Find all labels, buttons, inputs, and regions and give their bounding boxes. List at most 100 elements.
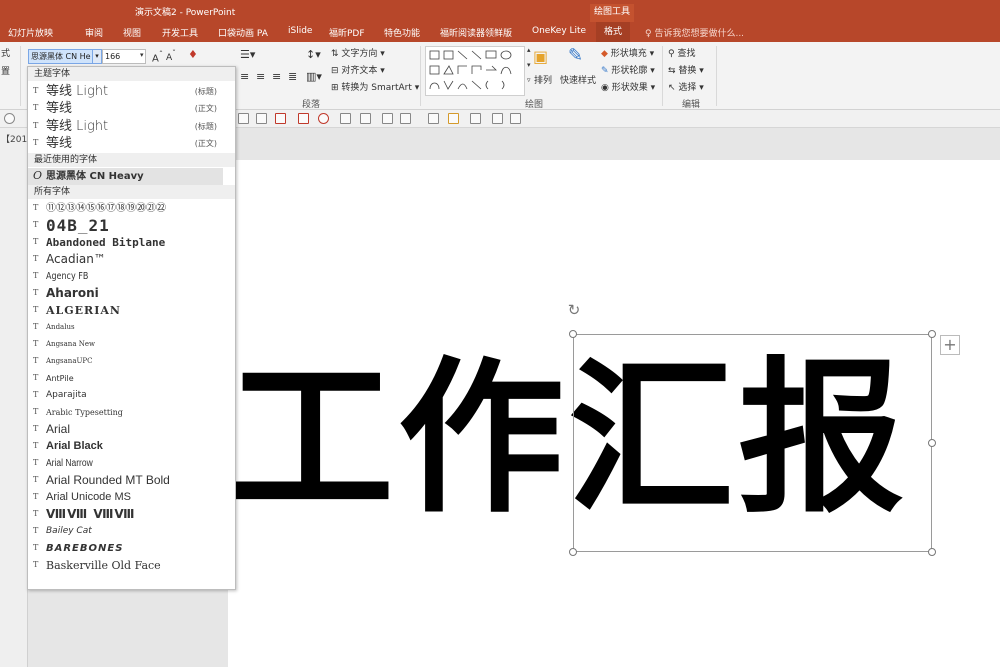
all-fonts-header: 所有字体 — [28, 185, 235, 199]
format-tool-icon-4[interactable] — [298, 113, 309, 124]
align-center-icon[interactable]: ≡ — [256, 70, 265, 83]
tab-review[interactable]: 审阅 — [85, 26, 103, 39]
resize-handle[interactable] — [569, 548, 577, 556]
font-name-dropdown-button[interactable]: ▾ — [92, 49, 102, 64]
gallery-scroll-up-icon[interactable]: ▴ — [527, 46, 531, 54]
tab-pocket-animation[interactable]: 口袋动画 PA — [218, 26, 268, 39]
font-option[interactable]: T Arial Unicode MS — [28, 489, 223, 506]
resize-handle[interactable] — [928, 548, 936, 556]
format-tool-icon-11[interactable] — [448, 113, 459, 124]
tab-format[interactable]: 格式 — [596, 22, 631, 42]
font-option[interactable]: T Bailey Cat — [28, 523, 223, 540]
cut-label-2[interactable]: 置 — [1, 64, 10, 77]
truetype-icon: T — [33, 526, 39, 535]
format-tool-icon-1[interactable] — [238, 113, 249, 124]
font-option[interactable]: T Acadian™ — [28, 251, 223, 268]
editing-group-label: 编辑 — [682, 100, 701, 110]
quick-styles-label[interactable]: 快速样式 — [560, 73, 596, 86]
format-tool-icon-13[interactable] — [492, 113, 503, 124]
resize-handle[interactable] — [928, 439, 936, 447]
align-text-button[interactable]: ⊟ 对齐文本 ▾ — [331, 63, 385, 76]
tab-special[interactable]: 特色功能 — [384, 26, 420, 39]
grow-font-icon[interactable]: Aˆ — [152, 49, 163, 64]
tab-islide[interactable]: iSlide — [288, 26, 312, 36]
shape-effects-button[interactable]: ◉ 形状效果 ▾ — [601, 80, 655, 93]
tell-me-search[interactable]: ♀ 告诉我您想要做什么... — [645, 26, 744, 39]
font-option[interactable]: T Baskerville Old Face — [28, 557, 223, 574]
font-option[interactable]: T Arial — [28, 421, 223, 438]
cut-label-1[interactable]: 式 — [1, 46, 10, 59]
font-option[interactable]: T 等线 (正文) — [28, 100, 223, 117]
format-tool-icon-8[interactable] — [382, 113, 393, 124]
font-option[interactable]: T 等线 Light (标题) — [28, 83, 223, 100]
font-option[interactable]: T Aharoni — [28, 285, 223, 302]
chevron-down-icon[interactable]: ▾ — [140, 51, 144, 59]
font-dropdown-list: 主题字体 T 等线 Light (标题) T 等线 (正文) T 等线 Light (标题)… — [27, 66, 236, 590]
tab-onekey-lite[interactable]: OneKey Lite — [532, 26, 586, 36]
columns-icon[interactable]: ▥▾ — [306, 70, 322, 83]
tab-developer[interactable]: 开发工具 — [162, 26, 198, 39]
bullets-icon[interactable]: ☰▾ — [240, 48, 255, 61]
slide-thumbnail-pane[interactable]: 【2018 — [0, 128, 33, 667]
font-option-selected[interactable]: O 思源黑体 CN Heavy — [28, 168, 223, 185]
resize-handle[interactable] — [569, 330, 577, 338]
font-option[interactable]: T BAREBONES — [28, 540, 223, 557]
align-right-icon[interactable]: ≡ — [272, 70, 281, 83]
font-option[interactable]: T Agency FB — [28, 268, 223, 285]
font-option[interactable]: T Andalus — [28, 319, 223, 336]
arrange-label[interactable]: 排列 — [534, 73, 552, 86]
font-option[interactable]: T 等线 Light (标题) — [28, 118, 223, 135]
align-left-icon[interactable]: ≡ — [240, 70, 249, 83]
text-direction-button[interactable]: ⇅ 文字方向 ▾ — [331, 46, 385, 59]
convert-smartart-button[interactable]: ⊞ 转换为 SmartArt ▾ — [331, 80, 419, 93]
line-spacing-icon[interactable]: ↕▾ — [306, 48, 321, 61]
font-option[interactable]: T ⅧⅧ ⅧⅧ — [28, 506, 223, 523]
format-tool-icon-6[interactable] — [340, 113, 351, 124]
format-tool-icon-3[interactable] — [275, 113, 286, 124]
selection-box[interactable] — [573, 334, 932, 552]
font-option[interactable]: T Angsana New — [28, 336, 223, 353]
font-option[interactable]: T 04B_21 — [28, 217, 223, 234]
resize-handle[interactable] — [928, 330, 936, 338]
format-tool-icon-7[interactable] — [360, 113, 371, 124]
font-option[interactable]: T Arabic Typesetting — [28, 404, 223, 421]
tab-foxit-pdf[interactable]: 福昕PDF — [329, 26, 365, 39]
format-tool-icon-5[interactable] — [318, 113, 329, 124]
truetype-icon: T — [33, 254, 39, 263]
shape-outline-button[interactable]: ✎ 形状轮廓 ▾ — [601, 63, 655, 76]
quick-styles-icon[interactable]: ✎ — [568, 45, 583, 66]
font-option[interactable]: T Arial Black — [28, 438, 223, 455]
format-tool-icon-9[interactable] — [400, 113, 411, 124]
replace-button[interactable]: ⇆ 替换 ▾ — [668, 63, 704, 76]
format-tool-icon-14[interactable] — [510, 113, 521, 124]
gallery-scroll-down-icon[interactable]: ▾ — [527, 61, 531, 69]
font-option[interactable]: T Abandoned Bitplane — [28, 234, 223, 251]
font-option[interactable]: T Arial Rounded MT Bold — [28, 472, 223, 489]
undo-icon[interactable] — [4, 113, 15, 124]
font-option[interactable]: T AntPile — [28, 370, 223, 387]
tab-view[interactable]: 视图 — [123, 26, 141, 39]
format-tool-icon-10[interactable] — [428, 113, 439, 124]
format-tool-icon-12[interactable] — [470, 113, 481, 124]
justify-icon[interactable]: ≣ — [288, 70, 297, 83]
format-tool-icon-2[interactable] — [256, 113, 267, 124]
gallery-more-icon[interactable]: ▿ — [527, 76, 531, 84]
layout-options-plus-icon[interactable]: + — [940, 335, 960, 355]
font-option[interactable]: T ALGERIAN — [28, 302, 223, 319]
arrange-icon[interactable]: ▣ — [533, 47, 548, 66]
shape-fill-button[interactable]: ◆ 形状填充 ▾ — [601, 46, 654, 59]
shrink-font-icon[interactable]: Aˇ — [166, 49, 176, 63]
font-option[interactable]: T Arial Narrow — [28, 455, 223, 472]
clear-format-icon[interactable]: ♦ — [188, 48, 198, 61]
find-button[interactable]: ⚲ 查找 — [668, 46, 695, 59]
tab-foxit-reader[interactable]: 福昕阅读器领鲜版 — [440, 26, 512, 39]
font-name-input[interactable]: 思源黑体 CN He — [28, 49, 100, 64]
shapes-gallery[interactable] — [425, 46, 525, 96]
rotate-handle-icon[interactable]: ↻ — [566, 302, 582, 318]
tab-slideshow[interactable]: 幻灯片放映 — [8, 26, 53, 39]
font-option[interactable]: T Aparajita — [28, 387, 223, 404]
font-option[interactable]: T 等线 (正文) — [28, 135, 223, 152]
font-option[interactable]: T ⑪⑫⑬⑭⑮⑯⑰⑱⑲⑳㉑㉒ — [28, 200, 223, 217]
font-option[interactable]: T AngsanaUPC — [28, 353, 223, 370]
select-button[interactable]: ↖ 选择 ▾ — [668, 80, 704, 93]
